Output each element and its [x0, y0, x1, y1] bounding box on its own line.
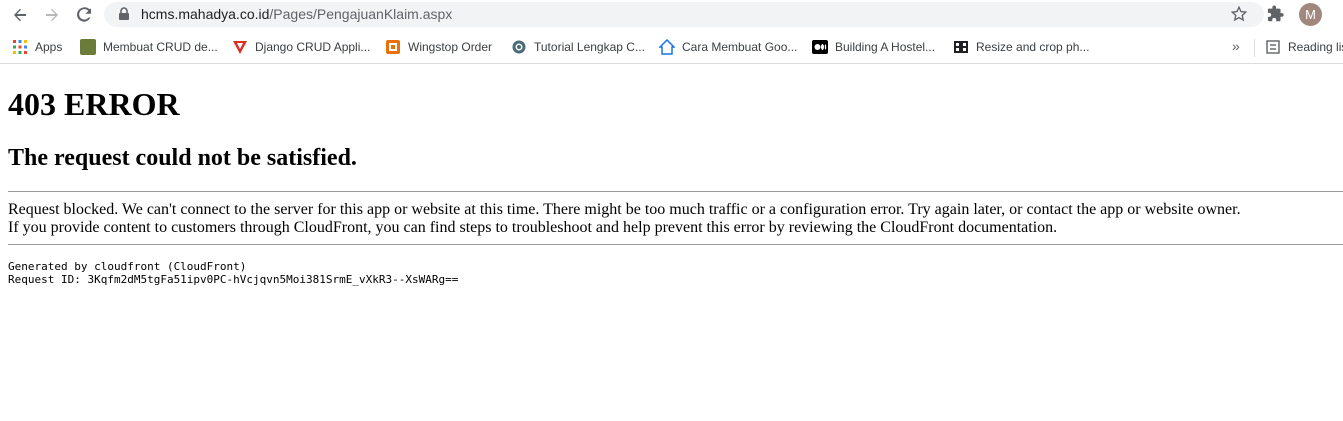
bookmarks-bar: Apps Membuat CRUD de... Django CRUD Appl… — [0, 31, 1343, 64]
bookmarks-overflow-button[interactable]: » — [1232, 38, 1240, 54]
bookmark-membuat-crud[interactable]: Membuat CRUD de... — [80, 38, 218, 56]
star-icon[interactable] — [1230, 5, 1248, 23]
url-host: hcms.mahadya.co.id — [141, 6, 270, 22]
generated-by-text: Generated by cloudfront (CloudFront) — [8, 260, 247, 273]
bookmark-label: Resize and crop ph... — [976, 40, 1090, 54]
error-heading: 403 ERROR — [8, 86, 180, 122]
bookmark-apps[interactable]: Apps — [12, 38, 62, 56]
bookmark-building-hostel[interactable]: Building A Hostel... — [812, 38, 935, 56]
bookmarks-divider — [1254, 39, 1255, 57]
request-id-text: Request ID: 3Kqfm2dM5tgFa51ipv0PC-hVcjqv… — [8, 273, 459, 286]
error-details: Generated by cloudfront (CloudFront) Requ… — [8, 260, 458, 286]
orange-box-favicon-icon — [386, 40, 400, 54]
back-button[interactable] — [8, 3, 32, 27]
arrow-right-icon — [46, 8, 58, 22]
bookmark-label: Building A Hostel... — [835, 40, 936, 54]
medium-favicon-icon — [812, 40, 828, 54]
bookmark-django-crud[interactable]: Django CRUD Appli... — [232, 38, 370, 56]
reading-list-icon — [1266, 40, 1280, 54]
url-text[interactable]: hcms.mahadya.co.id/Pages/PengajuanKlaim.… — [141, 6, 452, 22]
puzzle-extensions-icon[interactable] — [1267, 5, 1285, 23]
reload-icon — [76, 7, 91, 22]
bookmark-label: Membuat CRUD de... — [103, 40, 218, 54]
bookmark-label: Wingstop Order — [408, 40, 493, 54]
bookmark-label: Cara Membuat Goo... — [682, 40, 798, 54]
bookmark-cara-membuat[interactable]: Cara Membuat Goo... — [659, 38, 797, 56]
profile-avatar[interactable]: M — [1299, 3, 1322, 26]
arrow-left-icon — [14, 8, 26, 22]
divider — [8, 191, 1343, 192]
reload-button[interactable] — [72, 3, 96, 27]
bookmark-resize-crop[interactable]: Resize and crop ph... — [953, 38, 1089, 56]
bookmark-label: Tutorial Lengkap C... — [534, 40, 645, 54]
lock-icon[interactable] — [118, 7, 130, 21]
site-favicon-icon — [80, 39, 96, 55]
reading-list-button[interactable]: Reading list — [1265, 38, 1343, 56]
film-favicon-icon — [954, 41, 968, 53]
red-v-favicon-icon — [233, 41, 247, 54]
bookmark-tutorial-lengkap[interactable]: Tutorial Lengkap C... — [511, 38, 645, 56]
address-bar[interactable]: hcms.mahadya.co.id/Pages/PengajuanKlaim.… — [104, 2, 1264, 27]
url-path: /Pages/PengajuanKlaim.aspx — [269, 6, 453, 22]
bookmark-label: Django CRUD Appli... — [255, 40, 371, 54]
bookmark-label: Apps — [35, 40, 63, 54]
apps-grid-icon — [13, 40, 27, 54]
error-description-line-1: Request blocked. We can't connect to the… — [8, 201, 1241, 218]
house-favicon-icon — [659, 39, 675, 55]
divider — [8, 244, 1343, 245]
error-description: Request blocked. We can't connect to the… — [8, 201, 1241, 237]
forward-button[interactable] — [40, 3, 64, 27]
bookmark-wingstop[interactable]: Wingstop Order — [385, 38, 492, 56]
error-subheading: The request could not be satisfied. — [8, 145, 357, 171]
gear-favicon-icon — [512, 40, 526, 54]
browser-toolbar: hcms.mahadya.co.id/Pages/PengajuanKlaim.… — [0, 0, 1343, 30]
error-description-line-2: If you provide content to customers thro… — [8, 219, 1058, 236]
reading-list-label: Reading list — [1288, 40, 1343, 54]
